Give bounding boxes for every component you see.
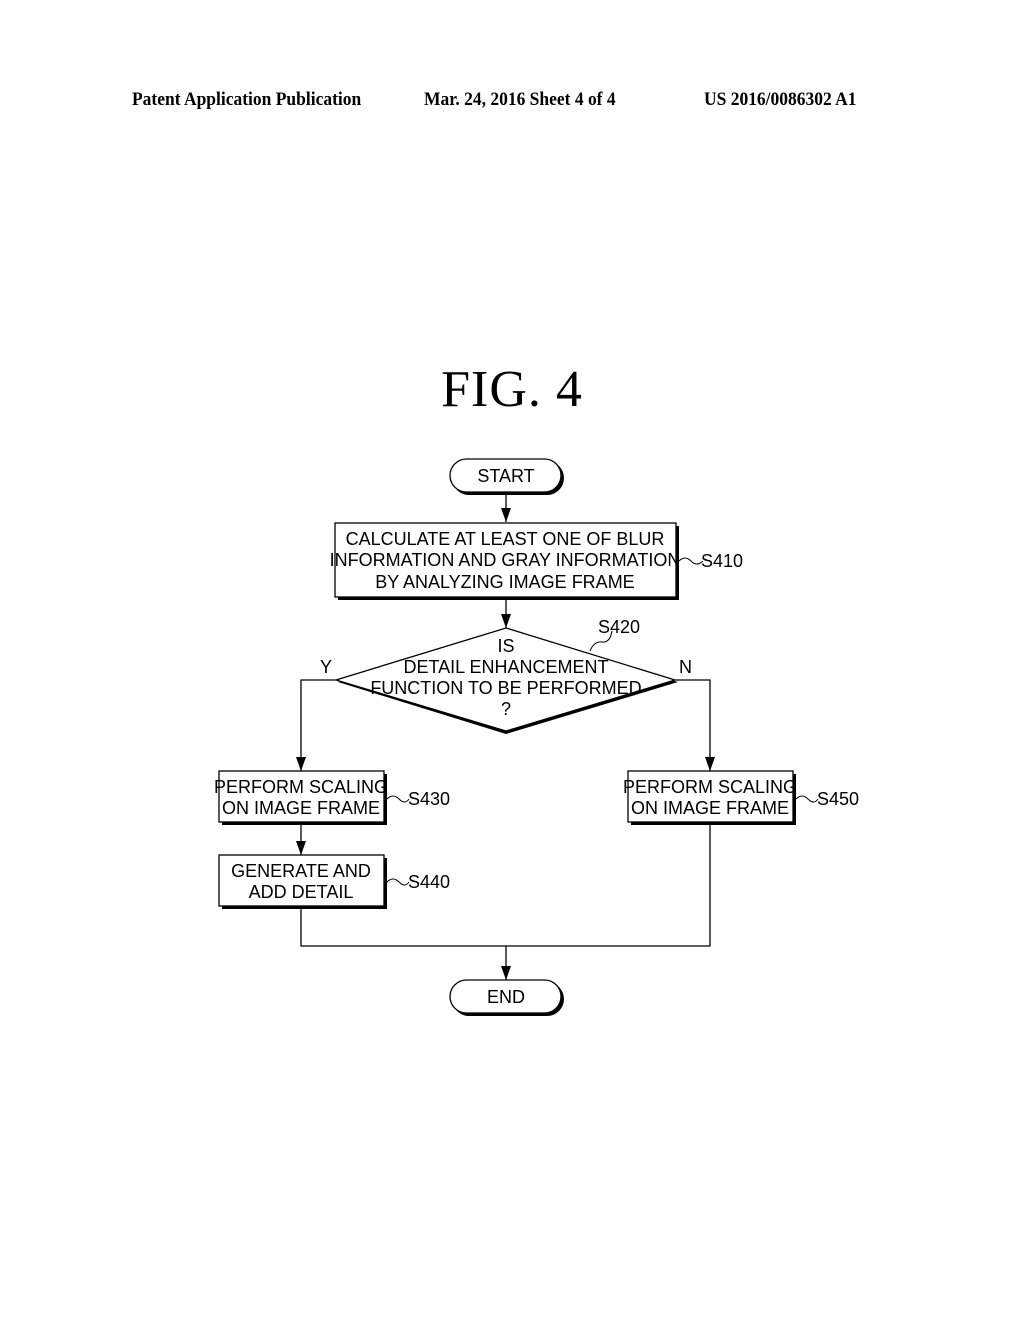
arrowhead-icon <box>501 966 511 980</box>
decision-diamond-s420: IS DETAIL ENHANCEMENT FUNCTION TO BE PER… <box>333 627 678 734</box>
start-label: START <box>477 466 534 486</box>
s440-leader-line <box>386 878 410 886</box>
s450-ref: S450 <box>817 789 859 809</box>
process-box-s430: PERFORM SCALING ON IMAGE FRAME <box>214 770 388 825</box>
end-label: END <box>487 987 525 1007</box>
s420-line-1: IS <box>497 636 514 656</box>
s450-line-2: ON IMAGE FRAME <box>631 798 789 818</box>
no-label: N <box>679 657 692 677</box>
yes-label: Y <box>320 657 332 677</box>
s450-line-1: PERFORM SCALING <box>623 777 797 797</box>
s420-ref: S420 <box>598 617 640 637</box>
s450-leader-line <box>795 795 819 803</box>
connector-no-branch <box>675 679 711 771</box>
s430-line-1: PERFORM SCALING <box>214 777 388 797</box>
end-terminal: END <box>449 979 564 1016</box>
s430-ref: S430 <box>408 789 450 809</box>
s430-line-2: ON IMAGE FRAME <box>222 798 380 818</box>
arrowhead-icon <box>501 508 511 522</box>
s430-leader-line <box>386 795 410 803</box>
process-box-s410: CALCULATE AT LEAST ONE OF BLUR INFORMATI… <box>330 522 681 600</box>
arrowhead-icon <box>501 614 511 628</box>
s420-line-3: FUNCTION TO BE PERFORMED <box>370 678 641 698</box>
s440-ref: S440 <box>408 872 450 892</box>
s410-line-1: CALCULATE AT LEAST ONE OF BLUR <box>346 529 665 549</box>
s410-leader-line <box>678 557 704 565</box>
s440-line-1: GENERATE AND <box>231 861 371 881</box>
connector-yes-branch <box>300 679 336 771</box>
process-box-s450: PERFORM SCALING ON IMAGE FRAME <box>623 770 797 825</box>
s410-line-2: INFORMATION AND GRAY INFORMATION <box>330 550 681 570</box>
start-terminal: START <box>449 458 564 495</box>
flowchart: START CALCULATE AT LEAST ONE OF BLUR INF… <box>214 458 859 1016</box>
s420-line-4: ? <box>501 699 511 719</box>
arrowhead-icon <box>296 841 306 855</box>
process-box-s440: GENERATE AND ADD DETAIL <box>218 854 387 909</box>
s410-ref: S410 <box>701 551 743 571</box>
arrowhead-icon <box>296 757 306 771</box>
s440-line-2: ADD DETAIL <box>249 882 354 902</box>
s420-line-2: DETAIL ENHANCEMENT <box>403 657 608 677</box>
s410-line-3: BY ANALYZING IMAGE FRAME <box>375 572 634 592</box>
arrowhead-icon <box>705 757 715 771</box>
